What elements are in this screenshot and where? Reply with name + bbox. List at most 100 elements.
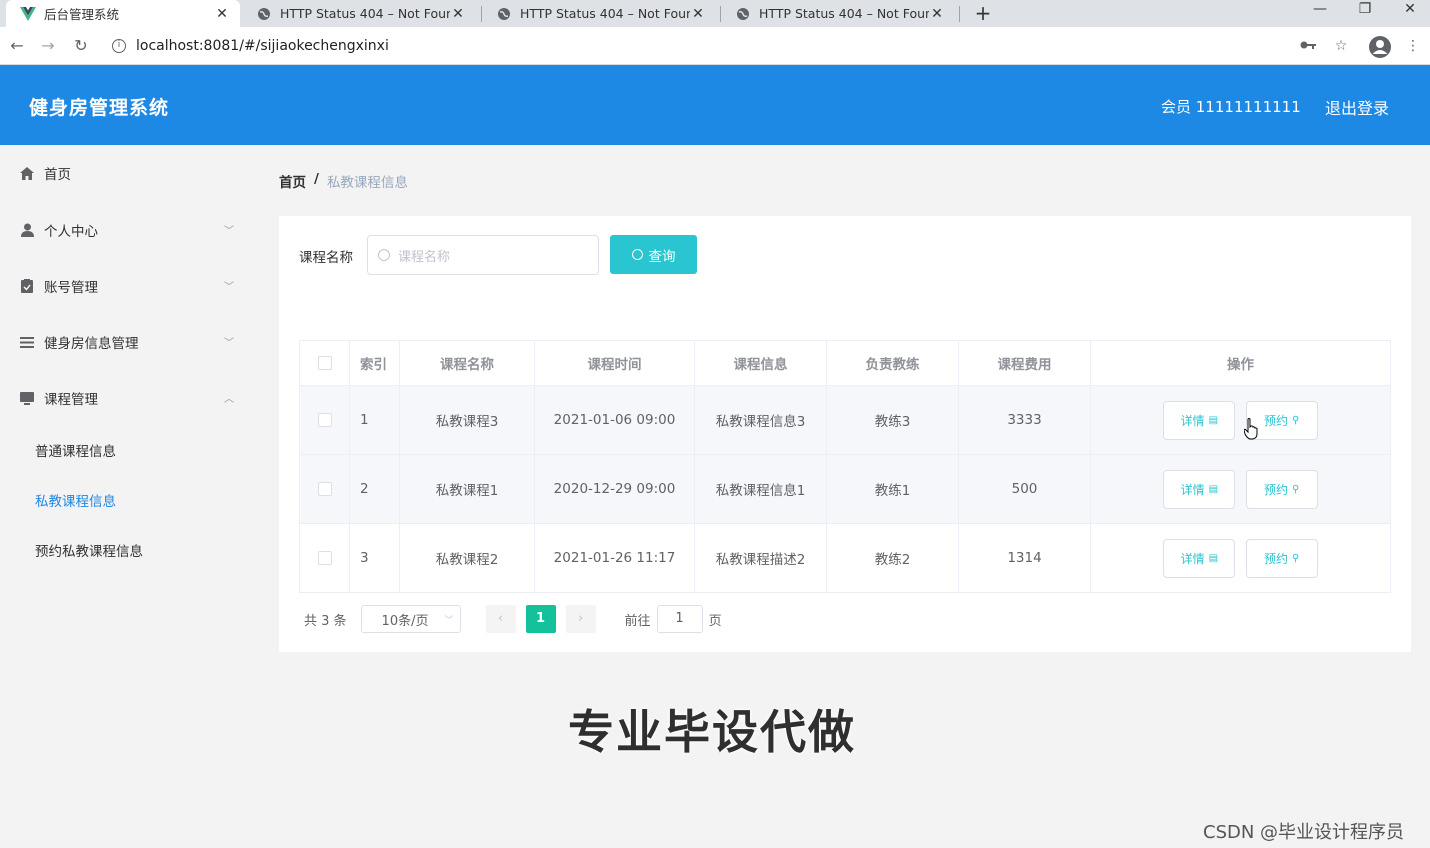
sidebar-item-account-management[interactable]: 账号管理 ﹀ — [0, 258, 258, 314]
cell-course-info: 私教课程描述2 — [694, 523, 827, 593]
info-icon[interactable]: i — [112, 39, 126, 53]
prev-page-button[interactable]: ‹ — [485, 605, 516, 633]
bookmark-star-icon[interactable]: ☆ — [1331, 36, 1351, 56]
globe-icon — [735, 6, 751, 22]
column-header: 课程时间 — [534, 340, 695, 386]
detail-button[interactable]: 详情 ▤ — [1163, 400, 1236, 440]
address-bar: ← → ↻ i localhost:8081/#/sijiaokechengxi… — [0, 27, 1430, 65]
new-tab-icon[interactable]: + — [972, 2, 994, 24]
app-title: 健身房管理系统 — [29, 97, 170, 119]
user-icon — [20, 223, 34, 237]
row-select-cell — [299, 523, 350, 593]
sidebar-item-label: 首页 — [44, 167, 71, 183]
row-select-cell — [299, 454, 350, 524]
cell-coach: 教练3 — [826, 385, 959, 455]
chevron-down-icon: ﹀ — [224, 338, 234, 349]
search-icon — [631, 249, 643, 260]
sidebar-item-gym-info[interactable]: 健身房信息管理 ﹀ — [0, 314, 258, 370]
content-panel: 课程名称 课程名称 查询 索引 课程名称 课程时间 课程信息 负责教练 课程费用… — [279, 216, 1411, 652]
chevron-down-icon: ﹀ — [224, 282, 234, 293]
document-icon: ▤ — [1208, 414, 1219, 426]
close-tab-icon[interactable]: ✕ — [929, 6, 945, 22]
row-checkbox[interactable] — [317, 551, 332, 565]
page-size-value: 10条/页 — [381, 613, 429, 629]
forward-icon[interactable]: → — [37, 35, 59, 57]
detail-label: 详情 — [1180, 413, 1205, 428]
credit-text: CSDN @毕业设计程序员 — [1203, 822, 1405, 843]
cell-fee: 500 — [958, 454, 1091, 524]
table-row: 1 私教课程3 2021-01-06 09:00 私教课程信息3 教练3 333… — [299, 385, 1391, 455]
sidebar-subitem-private-bookings[interactable]: 预约私教课程信息 — [0, 525, 258, 575]
page-number-button[interactable]: 1 — [525, 605, 556, 633]
app-header: 健身房管理系统 会员 11111111111 退出登录 — [0, 65, 1430, 145]
sidebar-item-course-management[interactable]: 课程管理 ︿ — [0, 370, 258, 426]
cell-actions: 详情 ▤ 预约 ⚲ — [1090, 523, 1391, 593]
column-header: 课程费用 — [958, 340, 1091, 386]
sidebar-item-personal-center[interactable]: 个人中心 ﹀ — [0, 202, 258, 258]
profile-avatar-icon[interactable] — [1369, 36, 1391, 58]
cell-fee: 1314 — [958, 523, 1091, 593]
cell-course-name: 私教课程2 — [399, 523, 535, 593]
close-window-icon[interactable]: ✕ — [1388, 0, 1430, 18]
sidebar-subitem-label: 私教课程信息 — [35, 494, 116, 510]
goto-page-input[interactable]: 1 — [656, 605, 703, 633]
goto-label: 前往 — [624, 613, 651, 629]
logout-button[interactable]: 退出登录 — [1325, 95, 1389, 119]
next-page-button[interactable]: › — [565, 605, 596, 633]
browser-tab-active[interactable]: 后台管理系统 ✕ — [6, 0, 240, 27]
back-icon[interactable]: ← — [6, 35, 28, 57]
monitor-icon — [20, 391, 34, 405]
sidebar-subitem-private-courses[interactable]: 私教课程信息 — [0, 475, 258, 525]
row-checkbox[interactable] — [317, 482, 332, 496]
tab-divider — [959, 6, 960, 22]
browser-tab[interactable]: HTTP Status 404 – Not Found ✕ — [482, 0, 716, 27]
course-name-search-input[interactable]: 课程名称 — [367, 235, 599, 275]
cell-actions: 详情 ▤ 预约 ⚲ — [1090, 385, 1391, 455]
reload-icon[interactable]: ↻ — [70, 35, 92, 57]
page-size-select[interactable]: 10条/页 ﹀ — [360, 605, 461, 633]
browser-tab[interactable]: HTTP Status 404 – Not Found ✕ — [242, 0, 476, 27]
browser-tab[interactable]: HTTP Status 404 – Not Found ✕ — [721, 0, 955, 27]
browser-menu-icon[interactable]: ⋮ — [1403, 36, 1423, 56]
sidebar-subitem-regular-courses[interactable]: 普通课程信息 — [0, 425, 258, 475]
key-icon[interactable] — [1298, 36, 1318, 56]
close-tab-icon[interactable]: ✕ — [690, 6, 706, 22]
book-button[interactable]: 预约 ⚲ — [1245, 469, 1318, 509]
table-row: 2 私教课程1 2020-12-29 09:00 私教课程信息1 教练1 500… — [299, 454, 1391, 524]
restore-icon[interactable]: ❐ — [1343, 0, 1387, 18]
pin-icon: ⚲ — [1291, 414, 1300, 426]
table-header-row: 索引 课程名称 课程时间 课程信息 负责教练 课程费用 操作 — [299, 340, 1391, 386]
cell-course-info: 私教课程信息3 — [694, 385, 827, 455]
cell-coach: 教练1 — [826, 454, 959, 524]
minimize-icon[interactable]: — — [1298, 0, 1342, 18]
detail-button[interactable]: 详情 ▤ — [1163, 538, 1236, 578]
tab-title: 后台管理系统 — [44, 7, 120, 22]
url-text: localhost:8081/#/sijiaokechengxinxi — [136, 38, 389, 54]
url-field[interactable]: i localhost:8081/#/sijiaokechengxinxi — [104, 32, 1364, 60]
cell-index: 3 — [349, 523, 400, 593]
close-tab-icon[interactable]: ✕ — [214, 6, 230, 22]
search-placeholder: 课程名称 — [398, 249, 451, 265]
book-label: 预约 — [1263, 551, 1288, 566]
breadcrumb-separator: / — [314, 171, 319, 187]
select-all-checkbox[interactable] — [317, 356, 332, 370]
row-checkbox[interactable] — [317, 413, 332, 427]
vue-logo-icon — [20, 6, 36, 22]
close-tab-icon[interactable]: ✕ — [450, 6, 466, 22]
detail-button[interactable]: 详情 ▤ — [1163, 469, 1236, 509]
sidebar-item-home[interactable]: 首页 — [0, 145, 258, 201]
globe-icon — [256, 6, 272, 22]
query-button[interactable]: 查询 — [610, 235, 697, 274]
sidebar-item-label: 账号管理 — [44, 280, 98, 296]
tab-title: HTTP Status 404 – Not Found — [759, 6, 929, 21]
detail-label: 详情 — [1180, 551, 1205, 566]
chevron-up-icon: ︿ — [224, 394, 234, 405]
cell-course-info: 私教课程信息1 — [694, 454, 827, 524]
pagination: 共 3 条 10条/页 ﹀ ‹ 1 › 前往 1 页 — [304, 605, 722, 633]
search-icon — [378, 249, 390, 261]
watermark-text: 专业毕设代做 — [568, 705, 856, 759]
book-button[interactable]: 预约 ⚲ — [1245, 538, 1318, 578]
breadcrumb-home[interactable]: 首页 — [279, 171, 306, 191]
document-icon: ▤ — [1208, 483, 1219, 495]
pin-icon: ⚲ — [1291, 483, 1300, 495]
